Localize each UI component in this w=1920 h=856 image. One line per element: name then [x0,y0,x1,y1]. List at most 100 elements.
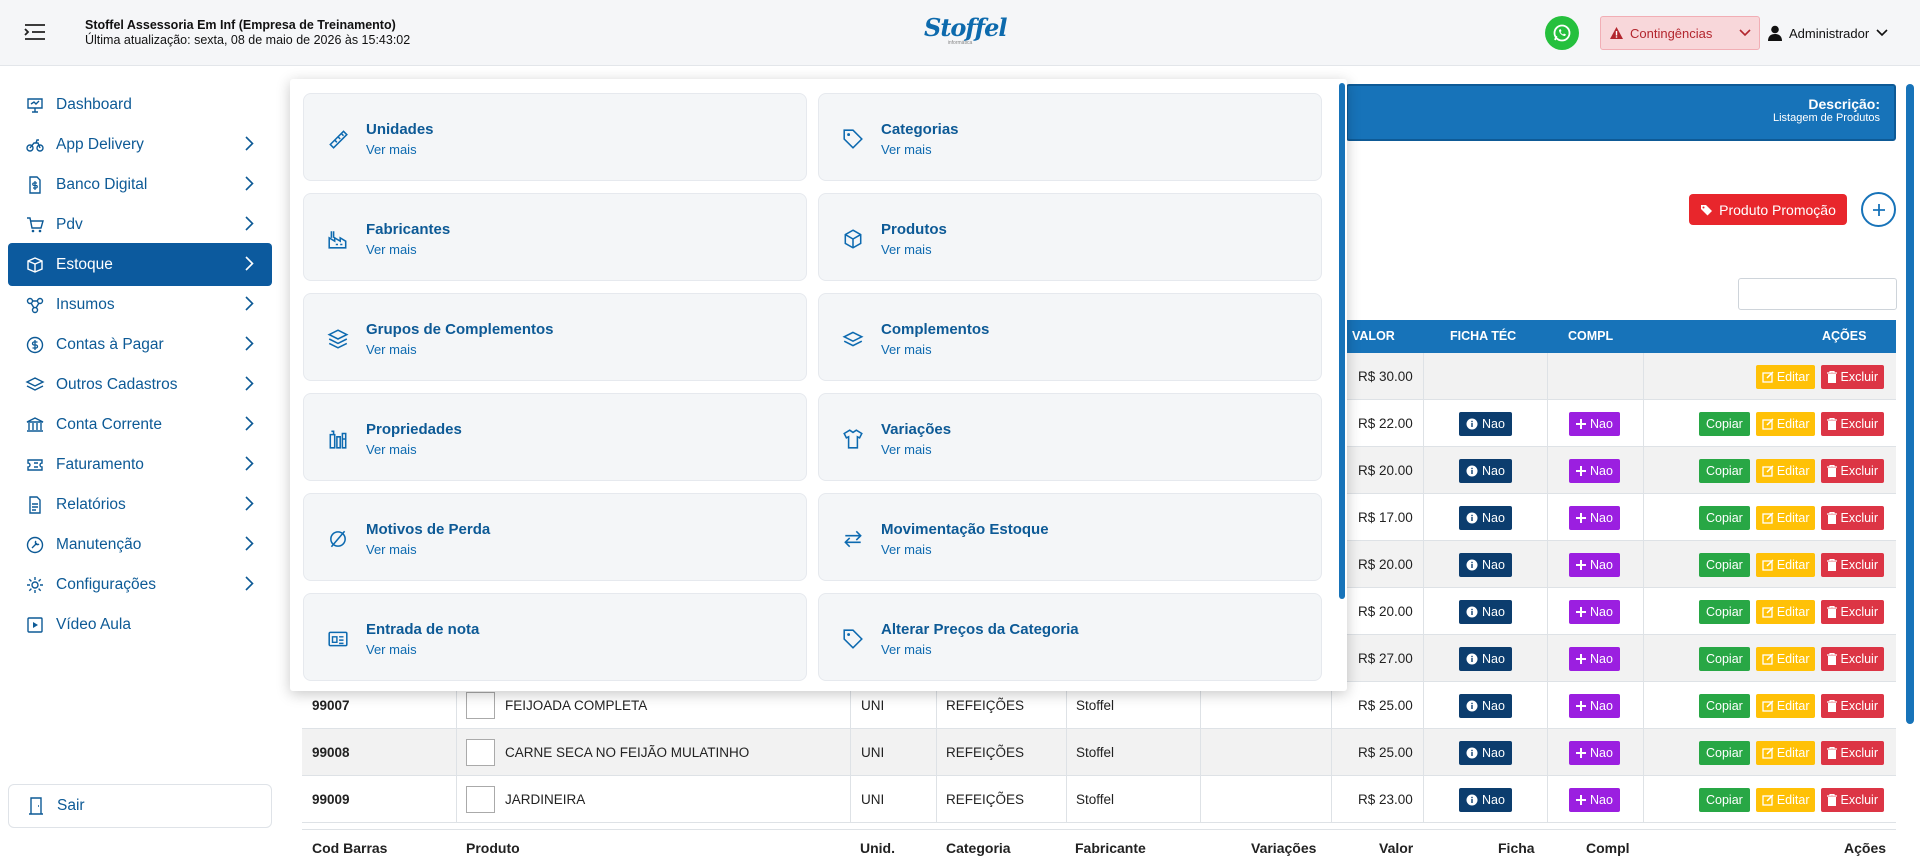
compl-badge[interactable]: Nao [1569,458,1620,483]
logout-button[interactable]: Sair [8,784,272,828]
sidebar-item-estoque[interactable]: Estoque [8,243,272,286]
search-input[interactable] [1738,278,1897,310]
ficha-badge[interactable]: Nao [1459,458,1512,483]
edit-button[interactable]: Editar [1755,693,1816,718]
submenu-card-fabricantes[interactable]: Fabricantes Ver mais [303,193,807,281]
ficha-badge[interactable]: Nao [1459,411,1512,436]
ficha-badge[interactable]: Nao [1459,787,1512,812]
sidebar-item-outros-cadastros[interactable]: Outros Cadastros [8,363,272,406]
compl-badge[interactable]: Nao [1569,552,1620,577]
copy-button[interactable]: Copiar [1699,740,1750,765]
th-acoes[interactable]: AÇÕES [1822,329,1866,343]
sidebar-item-banco-digital[interactable]: Banco Digital [8,163,272,206]
sidebar-item-dashboard[interactable]: Dashboard [8,83,272,126]
sidebar-item-insumos[interactable]: Insumos [8,283,272,326]
compl-badge[interactable]: Nao [1569,646,1620,671]
edit-button[interactable]: Editar [1755,411,1816,436]
th-valor[interactable]: VALOR [1352,329,1395,343]
ficha-badge[interactable]: Nao [1459,552,1512,577]
edit-button[interactable]: Editar [1755,552,1816,577]
page-scrollbar[interactable] [1906,84,1914,724]
submenu-card-alterar-precos-da-categoria[interactable]: Alterar Preços da Categoria Ver mais [818,593,1322,681]
delete-button[interactable]: Excluir [1821,693,1884,718]
submenu-card-complementos[interactable]: Complementos Ver mais [818,293,1322,381]
sidebar-item-conta-corrente[interactable]: Conta Corrente [8,403,272,446]
delete-button[interactable]: Excluir [1821,740,1884,765]
delete-button[interactable]: Excluir [1821,458,1884,483]
copy-button[interactable]: Copiar [1699,599,1750,624]
ficha-badge[interactable]: Nao [1459,599,1512,624]
whatsapp-icon[interactable] [1545,16,1579,50]
ver-mais-link[interactable]: Ver mais [881,642,932,657]
ver-mais-link[interactable]: Ver mais [881,542,932,557]
ver-mais-link[interactable]: Ver mais [366,642,417,657]
edit-button[interactable]: Editar [1755,787,1816,812]
submenu-card-entrada-de-nota[interactable]: Entrada de nota Ver mais [303,593,807,681]
ficha-badge[interactable]: Nao [1459,693,1512,718]
submenu-card-unidades[interactable]: Unidades Ver mais [303,93,807,181]
ver-mais-link[interactable]: Ver mais [366,342,417,357]
ver-mais-link[interactable]: Ver mais [366,442,417,457]
sidebar-item-v-deo-aula[interactable]: Vídeo Aula [8,603,272,646]
ver-mais-link[interactable]: Ver mais [881,142,932,157]
submenu-card-propriedades[interactable]: Propriedades Ver mais [303,393,807,481]
ficha-badge[interactable]: Nao [1459,740,1512,765]
sidebar-item-pdv[interactable]: Pdv [8,203,272,246]
ficha-badge[interactable]: Nao [1459,646,1512,671]
submenu-card-variacoes[interactable]: Variações Ver mais [818,393,1322,481]
contingencias-dropdown[interactable]: Contingências [1600,16,1760,50]
delete-button[interactable]: Excluir [1821,646,1884,671]
submenu-scrollbar[interactable] [1339,83,1345,599]
sidebar-item-faturamento[interactable]: Faturamento [8,443,272,486]
copy-button[interactable]: Copiar [1699,646,1750,671]
submenu-card-grupos-de-complementos[interactable]: Grupos de Complementos Ver mais [303,293,807,381]
delete-button[interactable]: Excluir [1821,505,1884,530]
edit-button[interactable]: Editar [1755,364,1816,389]
sidebar-item-relat-rios[interactable]: Relatórios [8,483,272,526]
edit-button[interactable]: Editar [1755,646,1816,671]
sidebar-item-configura-es[interactable]: Configurações [8,563,272,606]
copy-button[interactable]: Copiar [1699,552,1750,577]
delete-button[interactable]: Excluir [1821,599,1884,624]
submenu-card-movimentacao-estoque[interactable]: Movimentação Estoque Ver mais [818,493,1322,581]
compl-badge[interactable]: Nao [1569,599,1620,624]
delete-button[interactable]: Excluir [1821,787,1884,812]
ver-mais-link[interactable]: Ver mais [881,342,932,357]
delete-button[interactable]: Excluir [1821,364,1884,389]
sidebar-item-manuten-o[interactable]: Manutenção [8,523,272,566]
th-compl[interactable]: COMPL [1568,329,1613,343]
ficha-badge[interactable]: Nao [1459,505,1512,530]
edit-button[interactable]: Editar [1755,505,1816,530]
menu-toggle-icon[interactable] [24,22,46,42]
compl-badge[interactable]: Nao [1569,693,1620,718]
ver-mais-link[interactable]: Ver mais [366,542,417,557]
submenu-card-motivos-de-perda[interactable]: Motivos de Perda Ver mais [303,493,807,581]
produto-promocao-button[interactable]: Produto Promoção [1689,194,1847,225]
add-product-button[interactable] [1861,192,1896,227]
compl-badge[interactable]: Nao [1569,411,1620,436]
submenu-card-produtos[interactable]: Produtos Ver mais [818,193,1322,281]
copy-button[interactable]: Copiar [1699,787,1750,812]
compl-badge[interactable]: Nao [1569,787,1620,812]
ver-mais-link[interactable]: Ver mais [881,242,932,257]
copy-button[interactable]: Copiar [1699,505,1750,530]
ver-mais-link[interactable]: Ver mais [366,242,417,257]
edit-button[interactable]: Editar [1755,599,1816,624]
sidebar-item-contas-pagar[interactable]: Contas à Pagar [8,323,272,366]
edit-button[interactable]: Editar [1755,458,1816,483]
compl-badge[interactable]: Nao [1569,505,1620,530]
sidebar-item-app-delivery[interactable]: App Delivery [8,123,272,166]
compl-badge[interactable]: Nao [1569,740,1620,765]
copy-button[interactable]: Copiar [1699,411,1750,436]
delete-button[interactable]: Excluir [1821,411,1884,436]
stoffel-logo[interactable]: Stoffel informática [924,13,1007,55]
ver-mais-link[interactable]: Ver mais [366,142,417,157]
th-ficha[interactable]: FICHA TÉC [1450,329,1516,343]
user-menu[interactable]: Administrador [1768,16,1888,50]
delete-button[interactable]: Excluir [1821,552,1884,577]
submenu-card-categorias[interactable]: Categorias Ver mais [818,93,1322,181]
ver-mais-link[interactable]: Ver mais [881,442,932,457]
edit-button[interactable]: Editar [1755,740,1816,765]
copy-button[interactable]: Copiar [1699,458,1750,483]
copy-button[interactable]: Copiar [1699,693,1750,718]
